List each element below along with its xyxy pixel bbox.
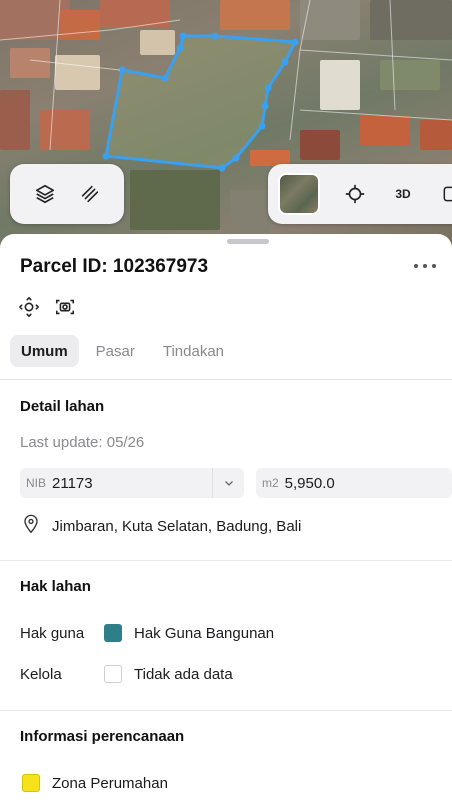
tab-tindakan[interactable]: Tindakan: [152, 335, 235, 367]
hak-lahan-heading: Hak lahan: [20, 578, 91, 595]
nib-prefix: NIB: [26, 476, 47, 490]
fullscreen-icon[interactable]: [438, 181, 452, 207]
nib-value: 21173: [52, 474, 93, 492]
divider: [0, 560, 452, 561]
hak-guna-swatch: [104, 624, 122, 642]
tab-pasar[interactable]: Pasar: [85, 335, 146, 367]
kelola-swatch: [104, 665, 122, 683]
kelola-value: Tidak ada data: [134, 665, 233, 683]
location-text: Jimbaran, Kuta Selatan, Badung, Bali: [52, 517, 302, 535]
tab-umum[interactable]: Umum: [10, 335, 79, 367]
parcel-tools: [18, 296, 76, 318]
parcel-detail-sheet: Parcel ID: 102367973 Umum Pasar Tindakan…: [0, 234, 452, 804]
3d-toggle-button[interactable]: 3D: [390, 181, 416, 207]
satellite-basemap-thumbnail[interactable]: [278, 173, 320, 215]
area-prefix: m2: [262, 476, 279, 490]
detail-tabs: Umum Pasar Tindakan: [10, 335, 235, 367]
hak-guna-row: Hak guna Hak Guna Bangunan: [20, 624, 274, 642]
area-value: 5,950.0: [284, 474, 335, 492]
detail-lahan-heading: Detail lahan: [20, 398, 105, 415]
area-field[interactable]: m2 5,950.0: [256, 468, 452, 498]
location-pin-icon: [22, 514, 40, 538]
zone-swatch: [22, 774, 40, 792]
last-update-text: Last update: 05/26: [20, 434, 145, 451]
planning-heading: Informasi perencanaan: [20, 728, 185, 745]
crosshair-icon[interactable]: [342, 181, 368, 207]
location-row: Jimbaran, Kuta Selatan, Badung, Bali: [22, 514, 301, 538]
map-view-panel: 3D: [268, 164, 452, 224]
draw-icon[interactable]: [77, 181, 103, 207]
divider: [0, 710, 452, 711]
kelola-label: Kelola: [20, 665, 62, 683]
parcel-boundary[interactable]: [104, 34, 298, 170]
divider: [0, 379, 452, 380]
focus-icon[interactable]: [18, 296, 40, 318]
camera-icon[interactable]: [54, 296, 76, 318]
layers-icon[interactable]: [32, 181, 58, 207]
more-horizontal-icon[interactable]: [414, 258, 436, 274]
map-tools-panel: [10, 164, 124, 224]
sheet-drag-handle[interactable]: [227, 239, 269, 244]
zone-value: Zona Perumahan: [52, 774, 168, 792]
nib-select[interactable]: NIB 21173: [20, 468, 244, 498]
hak-guna-label: Hak guna: [20, 624, 85, 642]
kelola-row: Kelola Tidak ada data: [20, 665, 233, 683]
zone-row: Zona Perumahan: [22, 774, 168, 792]
chevron-down-icon[interactable]: [212, 468, 244, 498]
hak-guna-value: Hak Guna Bangunan: [134, 624, 275, 642]
parcel-title: Parcel ID: 102367973: [20, 256, 209, 277]
